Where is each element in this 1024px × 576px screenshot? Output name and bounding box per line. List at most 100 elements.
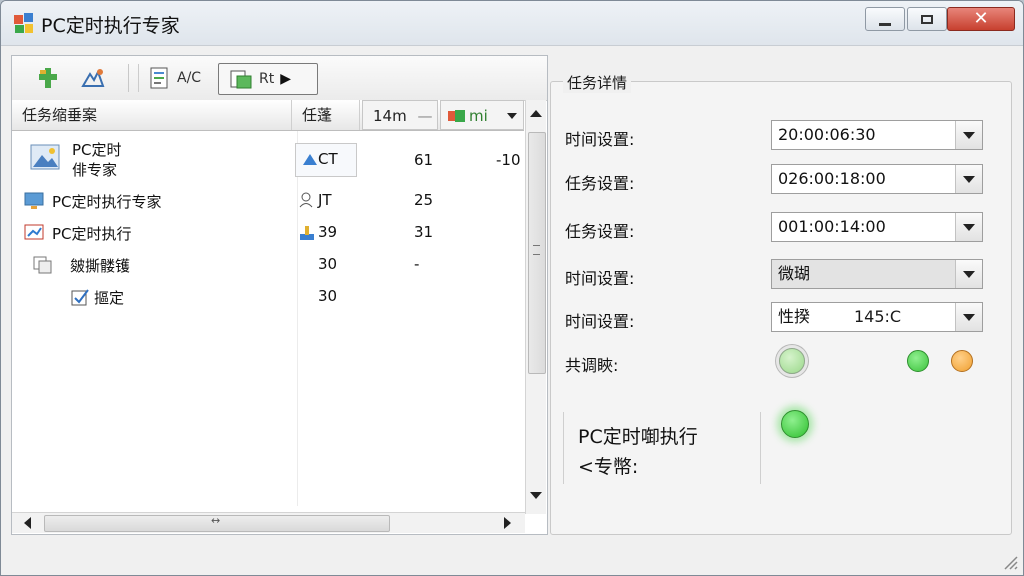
minimize-icon [879,22,891,26]
user-icon [299,192,313,208]
task-name-line2: 俳专家 [72,161,118,179]
toolbar-edit-button[interactable] [80,64,106,92]
list-item[interactable]: 摳定 30 [12,283,524,311]
thumb-grip-icon [533,245,540,255]
field-label: 任务设置: [565,174,635,193]
status-text-line2: <专幣: [578,456,639,478]
field-label: 任务设置: [565,222,635,241]
task-time-value: 31 [414,223,434,241]
maximize-icon [921,14,933,24]
scroll-down-icon[interactable] [530,492,542,499]
task-type-value: 39 [318,223,338,241]
picture-icon [30,144,60,170]
triangle-icon [303,154,317,165]
column-task[interactable]: 任蓬 [292,100,360,130]
minimize-button[interactable] [865,7,905,31]
resize-grip-icon[interactable] [1001,553,1019,571]
column-time[interactable]: 14m — [362,100,438,130]
toolbar-new-button[interactable] [36,64,60,92]
copy-icon [33,256,52,274]
install-icon [300,226,314,240]
status-text-line1: PC定时啣执行 [578,426,698,448]
client-area: A/C Rt ▶ 任务缩垂案 任蓬 14m — mi PC定时 俳专家 CT 6… [11,55,1014,541]
task-setting-combo-2[interactable]: 001:00:14:00 [771,212,983,242]
chevron-down-icon[interactable] [955,260,982,288]
task-list: PC定时 俳专家 CT 61 -10 PC定时执行专家 JT 25 PC定时执行… [12,131,524,521]
column-time-sep: — [417,107,433,125]
task-type-value: 30 [318,255,338,273]
vertical-scrollbar[interactable] [525,100,546,514]
column-task-name[interactable]: 任务缩垂案 [12,100,292,130]
main-window: PC定时执行专家 ✕ A/C Rt ▶ 任务缩垂案 任蓬 14m — mi PC… [0,0,1024,576]
task-name: PC定时执行 [52,225,132,243]
scroll-left-icon[interactable] [24,517,31,529]
chevron-down-icon[interactable] [955,165,982,193]
field-label: 时间设置: [565,312,635,331]
time-setting-combo[interactable]: 20:00:06:30 [771,120,983,150]
chevron-down-icon[interactable] [955,121,982,149]
column-time-label: 14m [373,107,407,125]
task-type-value: CT [318,150,338,168]
status-label: 共调䀹: [565,356,619,375]
chevron-down-icon[interactable] [955,303,982,331]
task-setting-combo[interactable]: 026:00:18:00 [771,164,983,194]
maximize-button[interactable] [907,7,947,31]
field-label: 时间设置: [565,269,635,288]
status-light-green [907,350,929,372]
title-bar[interactable]: PC定时执行专家 ✕ [1,1,1023,46]
edit-task-icon [81,69,105,87]
details-pane: 任务详情 时间设置: 20:00:06:30 任务设置: 026:00:18:0… [550,71,1012,535]
field-label: 时间设置: [565,130,635,149]
scroll-right-icon[interactable] [504,517,511,529]
time-setting-combo-3[interactable]: 性揆 145:C [771,302,983,332]
column-dropdown-icon[interactable] [507,113,517,119]
column-min-label: mi [469,107,488,125]
thumb-grip-icon: ↔ [211,514,221,527]
task-type-value: 30 [318,287,338,305]
status-box: PC定时啣执行 <专幣: [563,412,761,484]
combo-value: 001:00:14:00 [778,217,886,236]
close-button[interactable]: ✕ [947,7,1015,31]
task-name: 摳定 [94,289,125,307]
list-item[interactable]: 皴撕髅镬 30 - [12,251,524,279]
task-time-value: 25 [414,191,434,209]
window-title: PC定时执行专家 [41,15,180,37]
toolbar-run-button[interactable]: Rt ▶ [218,63,318,95]
combo-value: 20:00:06:30 [778,125,876,144]
task-name: PC定时执行专家 [52,193,162,211]
task-type-cell[interactable]: CT [295,143,357,177]
list-item[interactable]: PC定时执行专家 JT 25 [12,187,524,215]
vertical-scroll-thumb[interactable] [528,132,546,374]
task-time-value: 61 [414,151,434,169]
run-task-icon [230,70,252,89]
app-icon [14,13,33,33]
checkbox-icon [71,289,89,306]
horizontal-scrollbar[interactable]: ↔ [12,512,525,533]
list-item[interactable]: PC定时 俳专家 CT 61 -10 [12,137,524,181]
task-time-value: - [414,255,420,273]
scroll-up-icon[interactable] [530,110,542,117]
column-min[interactable]: mi [440,100,524,130]
group-legend: 任务详情 [563,72,632,93]
task-name: 皴撕髅镬 [70,257,131,275]
task-type-value: JT [318,191,332,209]
task-min-value: -10 [496,151,521,169]
document-icon [150,67,168,89]
combo-value-2: 145:C [854,307,902,326]
toolbar-run-label: Rt [259,71,275,87]
toolbar: A/C Rt ▶ [12,56,547,101]
list-item[interactable]: PC定时执行 39 31 [12,219,524,247]
toolbar-ac-label: A/C [177,70,202,86]
new-task-icon [39,68,57,88]
chevron-down-icon[interactable] [955,213,982,241]
horizontal-scroll-thumb[interactable]: ↔ [44,514,390,532]
status-light-orange [951,350,973,372]
task-details-group: 任务详情 时间设置: 20:00:06:30 任务设置: 026:00:18:0… [550,72,1012,535]
task-list-pane: A/C Rt ▶ 任务缩垂案 任蓬 14m — mi PC定时 俳专家 CT 6… [11,55,548,535]
status-light-light-green [779,348,805,374]
task-name-line1: PC定时 [72,141,122,159]
toolbar-separator [128,64,129,92]
combo-value: 性揆 [778,307,811,326]
toolbar-ac-button[interactable]: A/C [138,64,227,92]
time-setting-combo-2[interactable]: 微瑚 [771,259,983,289]
